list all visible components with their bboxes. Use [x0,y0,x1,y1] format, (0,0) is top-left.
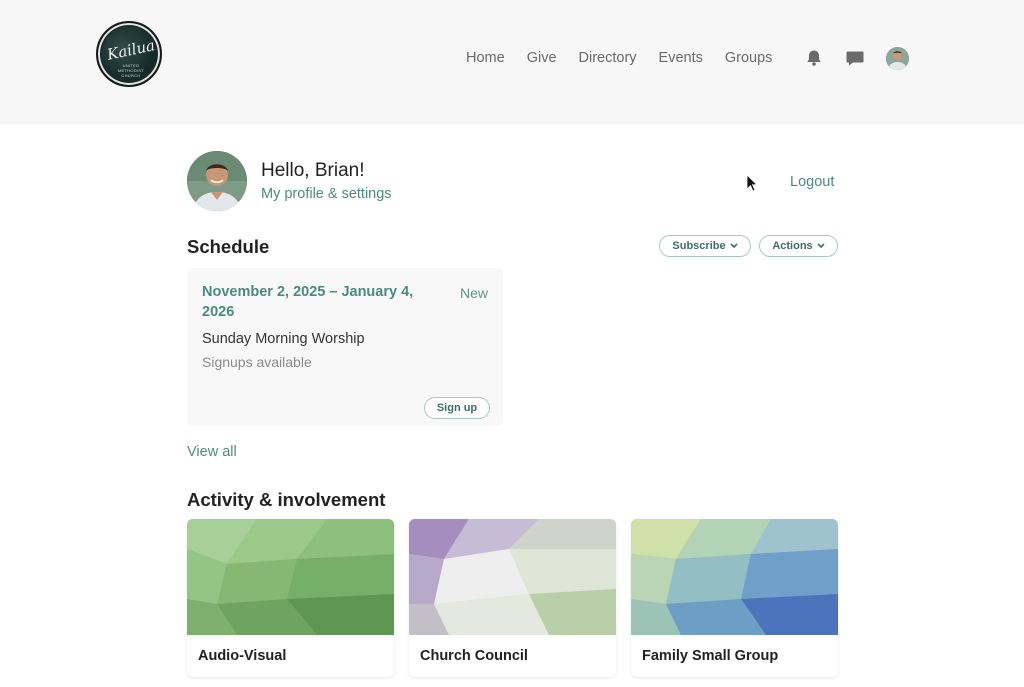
group-card-church-council[interactable]: Church Council [409,519,616,677]
nav-groups[interactable]: Groups [725,50,773,66]
profile-settings-link[interactable]: My profile & settings [261,186,392,202]
logo-subtext: UNITED METHODIST CHURCH [117,63,145,78]
mouse-cursor-icon [746,174,758,192]
chat-icon[interactable] [844,47,866,69]
sign-up-button[interactable]: Sign up [424,397,490,419]
greeting: Hello, Brian! [261,160,365,181]
user-avatar[interactable] [886,47,909,70]
group-card-family-small-group[interactable]: Family Small Group [631,519,838,677]
schedule-status: Signups available [202,354,312,370]
bell-icon[interactable] [803,47,825,69]
group-cover-image [409,519,616,635]
group-name: Church Council [420,648,528,664]
nav-home[interactable]: Home [466,50,505,66]
new-badge: New [460,285,489,301]
logo-text: Kailua [105,36,157,64]
chevron-down-icon [730,243,738,249]
group-name: Audio-Visual [198,648,287,664]
group-cover-image [631,519,838,635]
chevron-down-icon [817,243,825,249]
logout-link[interactable]: Logout [790,174,834,190]
group-name: Family Small Group [642,648,779,664]
main-nav: Home Give Directory Events Groups [466,48,794,68]
schedule-date-range: November 2, 2025 – January 4, 2026 [202,284,414,320]
group-card-audio-visual[interactable]: Audio-Visual [187,519,394,677]
nav-give[interactable]: Give [527,50,557,66]
group-cover-image [187,519,394,635]
subscribe-label: Subscribe [672,240,726,252]
schedule-title: Schedule [187,236,270,257]
church-logo[interactable]: Kailua UNITED METHODIST CHURCH [96,21,162,87]
schedule-name: Sunday Morning Worship [202,331,365,347]
activity-title: Activity & involvement [187,489,386,510]
view-all-link[interactable]: View all [187,444,237,460]
actions-label: Actions [772,240,813,252]
profile-avatar[interactable] [187,151,247,211]
subscribe-button[interactable]: Subscribe [659,235,751,257]
schedule-card[interactable]: November 2, 2025 – January 4, 2026 New S… [187,268,503,426]
top-bar: Kailua UNITED METHODIST CHURCH Home Give… [0,0,1024,125]
actions-button[interactable]: Actions [759,235,838,257]
nav-events[interactable]: Events [659,50,703,66]
nav-directory[interactable]: Directory [579,50,637,66]
